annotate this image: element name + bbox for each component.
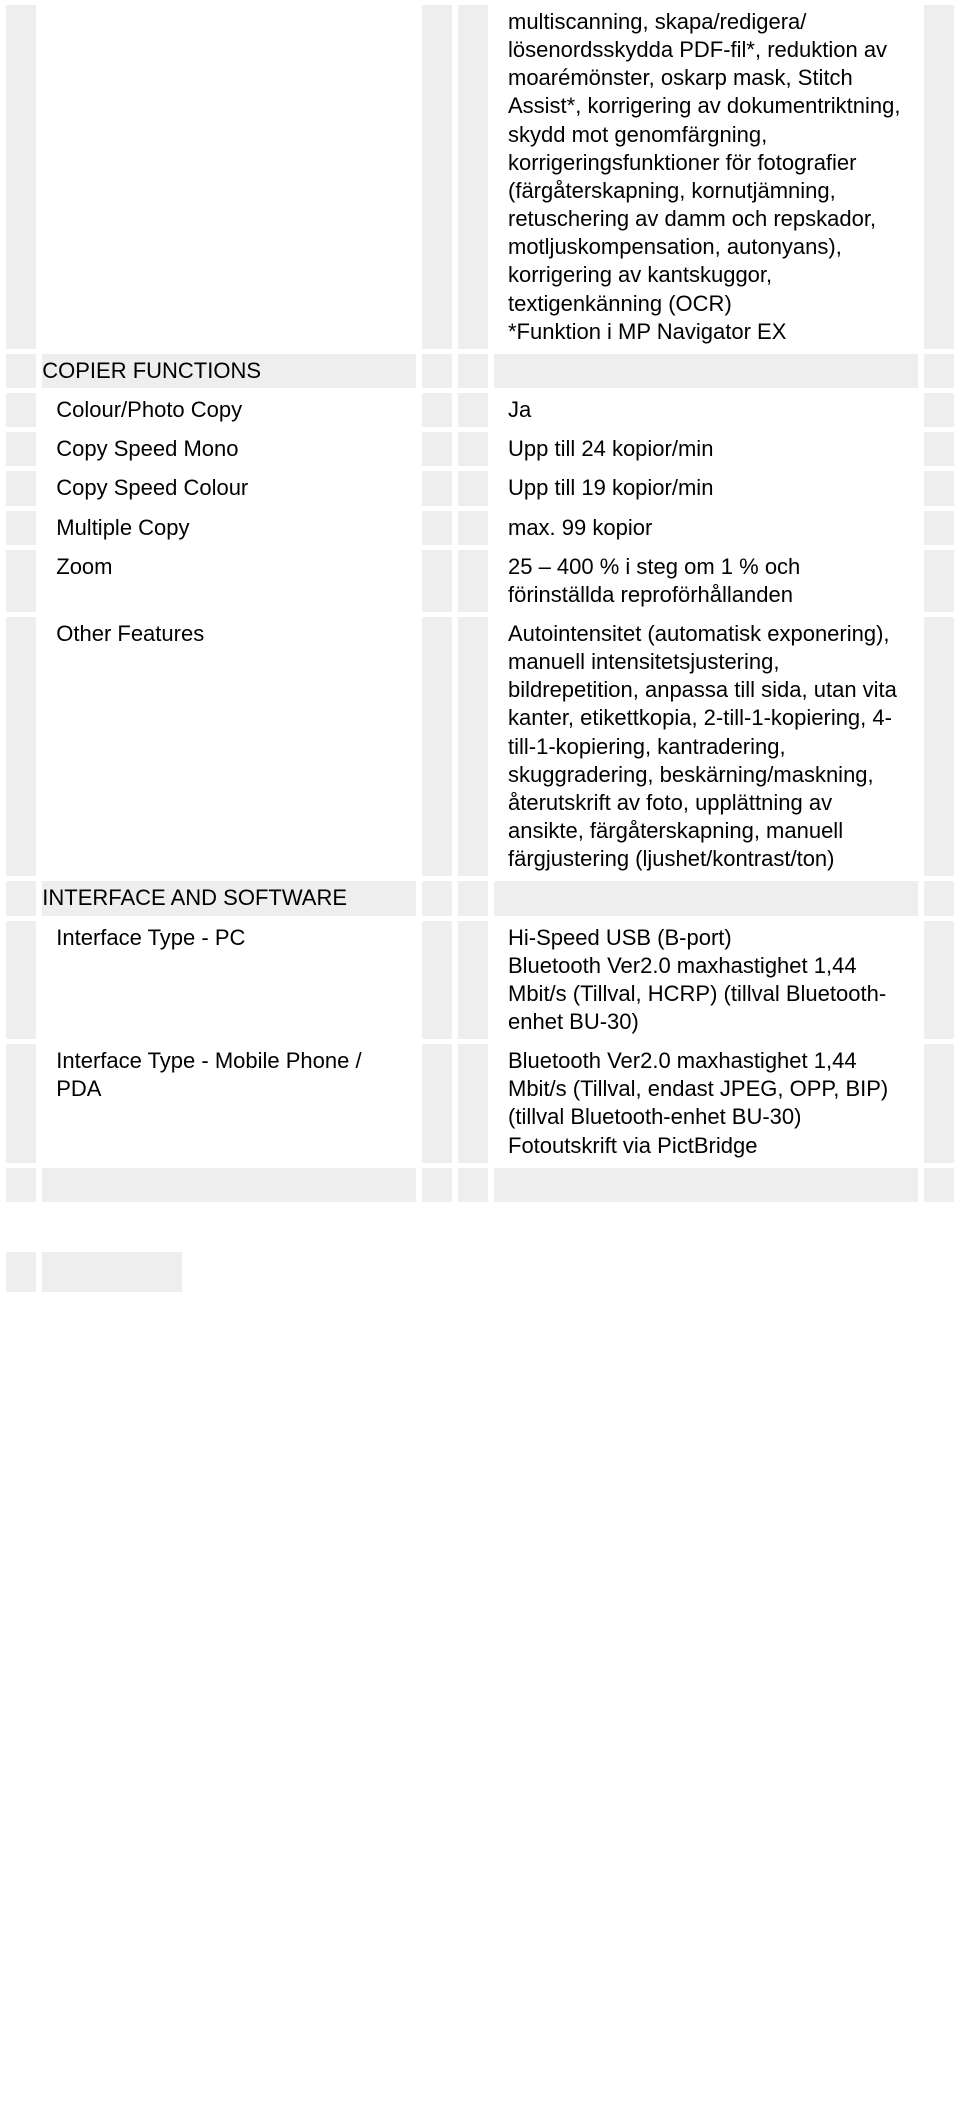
row-other-features: Other Features Autointensitet (automatis…: [6, 617, 954, 876]
row-interface-pc: Interface Type - PC Hi-Speed USB (B-port…: [6, 921, 954, 1040]
value: Upp till 24 kopior/min: [494, 432, 918, 466]
row-zoom: Zoom 25 – 400 % i steg om 1 % och förins…: [6, 550, 954, 612]
section-separator: [6, 1168, 954, 1202]
value: Upp till 19 kopior/min: [494, 471, 918, 505]
intro-label: [42, 5, 415, 11]
value: Hi-Speed USB (B-port) Bluetooth Ver2.0 m…: [494, 921, 918, 1040]
gap-row: [6, 1207, 954, 1247]
spec-table: multiscanning, skapa/redigera/ lösenords…: [0, 0, 960, 1297]
label: Interface Type - Mobile Phone / PDA: [42, 1044, 415, 1106]
value: 25 – 400 % i steg om 1 % och förinställd…: [494, 550, 918, 612]
value: max. 99 kopior: [494, 511, 918, 545]
bottom-left-block: [42, 1252, 182, 1292]
row-multiple-copy: Multiple Copy max. 99 kopior: [6, 511, 954, 545]
value: Autointensitet (automatisk exponering), …: [494, 617, 918, 876]
label: Multiple Copy: [42, 511, 415, 545]
row-copy-speed-mono: Copy Speed Mono Upp till 24 kopior/min: [6, 432, 954, 466]
label: Copy Speed Mono: [42, 432, 415, 466]
section-header-copier: COPIER FUNCTIONS: [6, 354, 954, 388]
row-colour-photo-copy: Colour/Photo Copy Ja: [6, 393, 954, 427]
intro-value: multiscanning, skapa/redigera/ lösenords…: [494, 5, 918, 349]
value: Ja: [494, 393, 918, 427]
label: Copy Speed Colour: [42, 471, 415, 505]
row-intro: multiscanning, skapa/redigera/ lösenords…: [6, 5, 954, 349]
row-interface-mobile: Interface Type - Mobile Phone / PDA Blue…: [6, 1044, 954, 1163]
spec-page: multiscanning, skapa/redigera/ lösenords…: [0, 0, 960, 1297]
section-header-interface: INTERFACE AND SOFTWARE: [6, 881, 954, 915]
section-title-interface: INTERFACE AND SOFTWARE: [42, 881, 415, 915]
bottom-partial-row: [6, 1252, 954, 1292]
value: Bluetooth Ver2.0 maxhastighet 1,44 Mbit/…: [494, 1044, 918, 1163]
label: Interface Type - PC: [42, 921, 415, 955]
row-copy-speed-colour: Copy Speed Colour Upp till 19 kopior/min: [6, 471, 954, 505]
label: Colour/Photo Copy: [42, 393, 415, 427]
section-title-copier: COPIER FUNCTIONS: [42, 354, 415, 388]
label: Zoom: [42, 550, 415, 584]
label: Other Features: [42, 617, 415, 651]
